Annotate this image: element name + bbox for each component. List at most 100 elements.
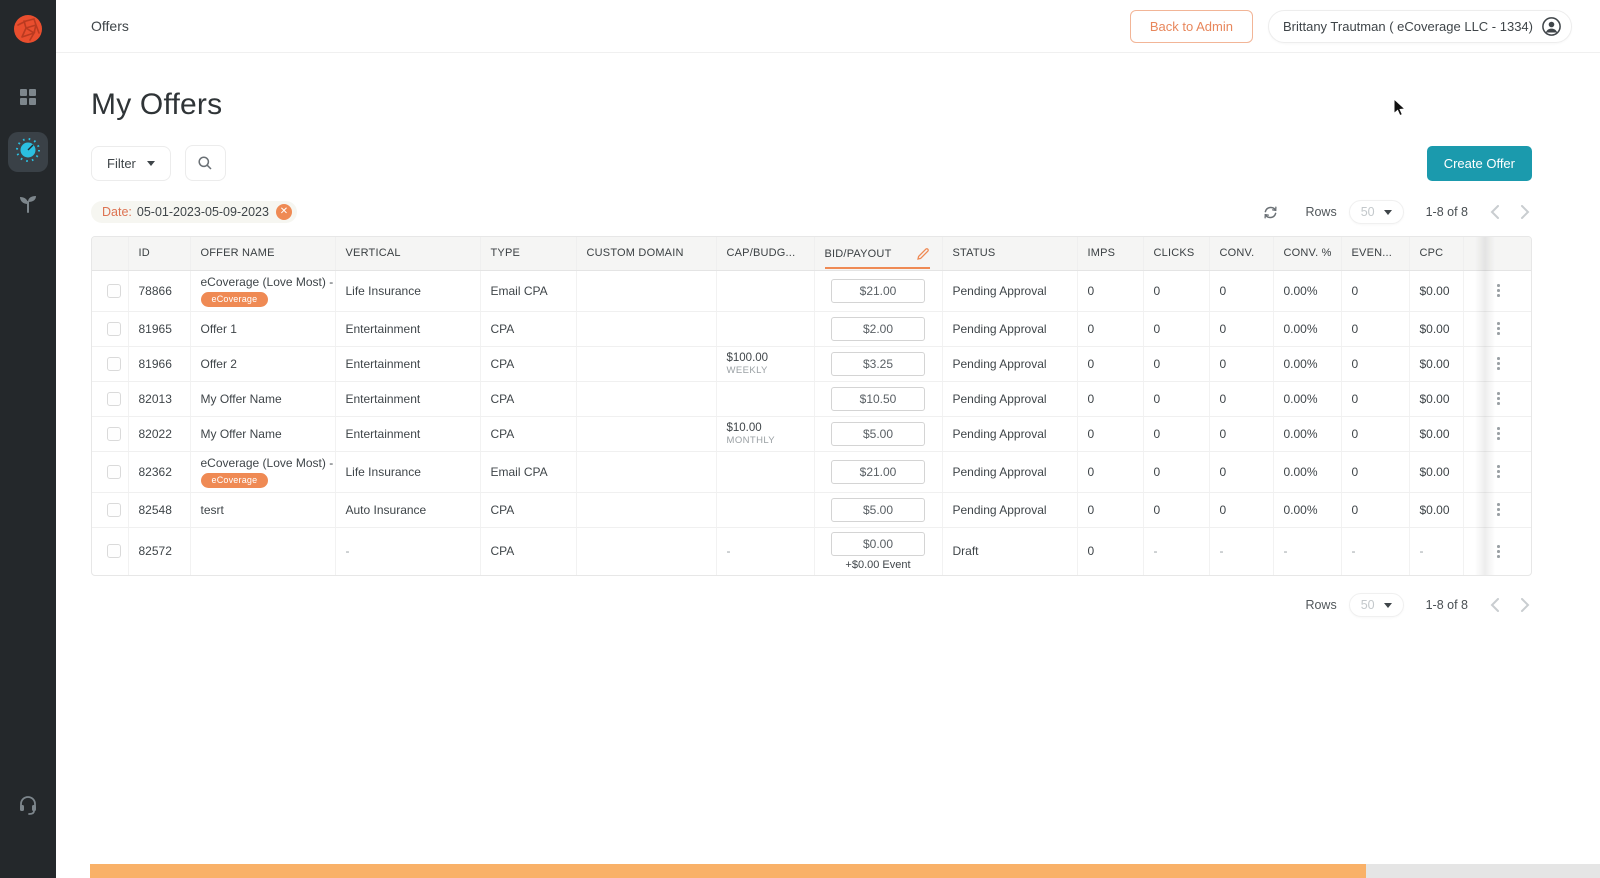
bid-payout-input[interactable]: $5.00 [831,497,925,522]
cell-events: 0 [1341,416,1410,452]
pager-bottom: Rows 50 1-8 of 8 [1305,593,1532,617]
cell-cpc: $0.00 [1409,346,1464,382]
filter-button-label: Filter [107,155,136,171]
chevron-right-icon[interactable] [1518,596,1532,614]
create-offer-button[interactable]: Create Offer [1426,145,1532,181]
cell-cpc: $0.00 [1409,451,1464,493]
row-checkbox[interactable] [107,544,121,559]
cell-conv: 0 [1209,492,1274,528]
cell-id: 82362 [128,451,191,493]
scrollbar-track[interactable] [1366,864,1600,878]
topbar: Offers Back to Admin Brittany Trautman (… [56,0,1600,53]
offer-name-text: My Offer Name [200,426,282,441]
cell-conv: 0 [1209,311,1274,347]
page-horizontal-scrollbar [56,864,1600,878]
kebab-menu-icon[interactable] [1491,427,1505,440]
cell-events: 0 [1341,270,1410,312]
column-header-name: OFFER NAME [190,237,336,271]
column-header-conv: CONV. [1209,237,1274,271]
column-header-type: TYPE [480,237,577,271]
cell-imps: 0 [1077,451,1144,493]
sidebar-item-support[interactable] [8,786,48,826]
row-checkbox[interactable] [107,356,121,371]
back-to-admin-button[interactable]: Back to Admin [1129,9,1253,43]
row-select-cell [92,270,129,312]
cell-conv: 0 [1209,270,1274,312]
cell-offer-name: eCoverage (Love Most) - ... eCoverage [190,270,336,312]
row-checkbox[interactable] [107,321,121,336]
cell-cpc: - [1409,527,1464,575]
table-row: 82572- CPA - $0.00 +$0.00 Event Draft 0- - - - - [92,527,1531,575]
sidebar-item-offers[interactable] [8,132,48,172]
cell-custom-domain [576,346,717,382]
bid-payout-input[interactable]: $3.25 [831,351,925,376]
cell-id: 82013 [128,381,191,417]
cell-status: Pending Approval [942,381,1078,417]
cell-conv-pct: 0.00% [1273,381,1342,417]
cell-cpc: $0.00 [1409,492,1464,528]
refresh-icon[interactable] [1262,204,1279,221]
row-checkbox[interactable] [107,464,121,479]
cell-custom-domain [576,270,717,312]
column-header-id: ID [128,237,191,271]
kebab-menu-icon[interactable] [1491,357,1505,370]
cell-cap-budget [716,451,815,493]
cell-id: 81966 [128,346,191,382]
chevron-right-icon[interactable] [1518,203,1532,221]
row-checkbox[interactable] [107,283,121,298]
cell-custom-domain [576,381,717,417]
row-checkbox[interactable] [107,426,121,441]
cell-offer-name: My Offer Name [190,381,336,417]
cell-custom-domain [576,527,717,575]
chevron-left-icon[interactable] [1488,596,1502,614]
app-logo-icon[interactable] [12,13,44,45]
sidebar-item-dashboard[interactable] [8,79,48,119]
bid-payout-input[interactable]: $0.00 [831,531,925,556]
cell-clicks: 0 [1143,270,1210,312]
filter-button[interactable]: Filter [91,145,171,181]
cell-imps: 0 [1077,381,1144,417]
cell-cpc: $0.00 [1409,311,1464,347]
cell-row-menu [1463,492,1531,528]
rows-per-page-select[interactable]: 50 [1348,200,1404,224]
chevron-left-icon[interactable] [1488,203,1502,221]
kebab-menu-icon[interactable] [1491,503,1505,516]
kebab-menu-icon[interactable] [1491,465,1505,478]
bid-payout-input[interactable]: $2.00 [831,316,925,341]
sidebar-item-growth[interactable] [8,185,48,225]
cell-id: 81965 [128,311,191,347]
bid-payout-input[interactable]: $21.00 [831,459,925,484]
scrollbar-thumb[interactable] [90,864,1366,878]
row-checkbox[interactable] [107,502,121,517]
close-icon[interactable]: ✕ [275,204,292,220]
account-menu[interactable]: Brittany Trautman ( eCoverage LLC - 1334… [1267,9,1572,43]
kebab-menu-icon[interactable] [1491,322,1505,335]
cell-id: 78866 [128,270,191,312]
cell-offer-name: eCoverage (Love Most) - ... eCoverage [190,451,336,493]
search-button[interactable] [184,145,226,181]
cell-cap-budget [716,381,815,417]
row-checkbox[interactable] [107,391,121,406]
pager-top: Rows 50 1-8 of 8 [1262,200,1532,224]
row-menu-header-cell [1463,237,1531,271]
kebab-menu-icon[interactable] [1491,392,1505,405]
cell-custom-domain [576,311,717,347]
bid-payout-input[interactable]: $21.00 [831,278,925,303]
bid-payout-input[interactable]: $10.50 [831,386,925,411]
kebab-menu-icon[interactable] [1491,284,1505,297]
rows-label: Rows [1305,598,1337,612]
cell-custom-domain [576,451,717,493]
table-row: 78866 eCoverage (Love Most) - ... eCoverag… [92,270,1531,312]
rows-per-page-select[interactable]: 50 [1348,593,1404,617]
cell-vertical: Entertainment [335,381,481,417]
kebab-menu-icon[interactable] [1491,545,1505,558]
cell-status: Pending Approval [942,346,1078,382]
cell-imps: 0 [1077,492,1144,528]
rows-label: Rows [1305,205,1337,219]
search-icon [197,155,213,171]
cell-cpc: $0.00 [1409,270,1464,312]
account-label: Brittany Trautman ( eCoverage LLC - 1334… [1282,18,1533,34]
column-header-cpc: CPC [1409,237,1464,271]
bid-payout-input[interactable]: $5.00 [831,421,925,446]
pencil-edit-icon[interactable] [916,247,930,261]
